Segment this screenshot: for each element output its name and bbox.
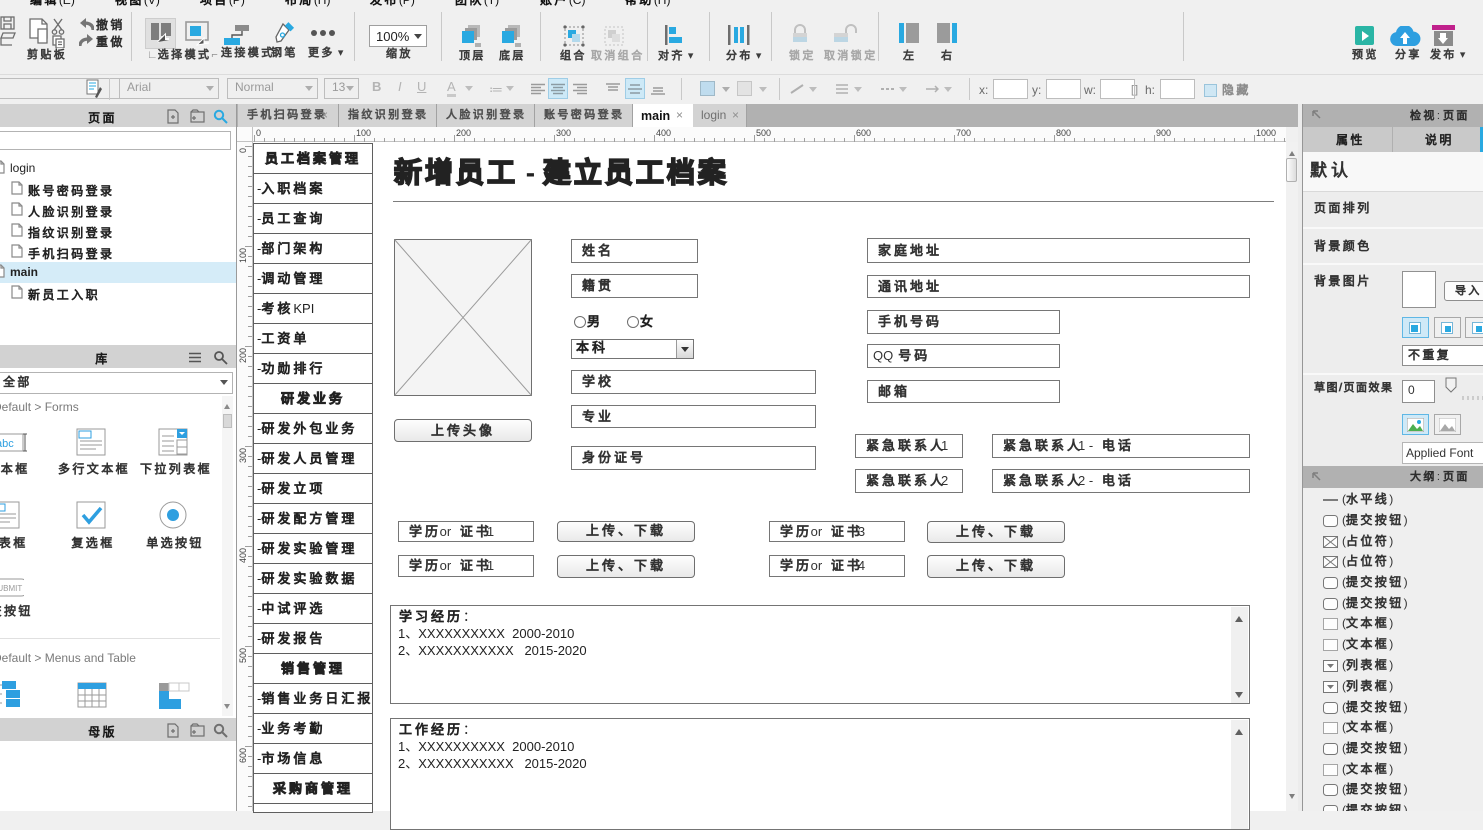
svg-text:abc: abc	[0, 438, 14, 450]
svg-text:SUBMIT: SUBMIT	[0, 584, 22, 593]
